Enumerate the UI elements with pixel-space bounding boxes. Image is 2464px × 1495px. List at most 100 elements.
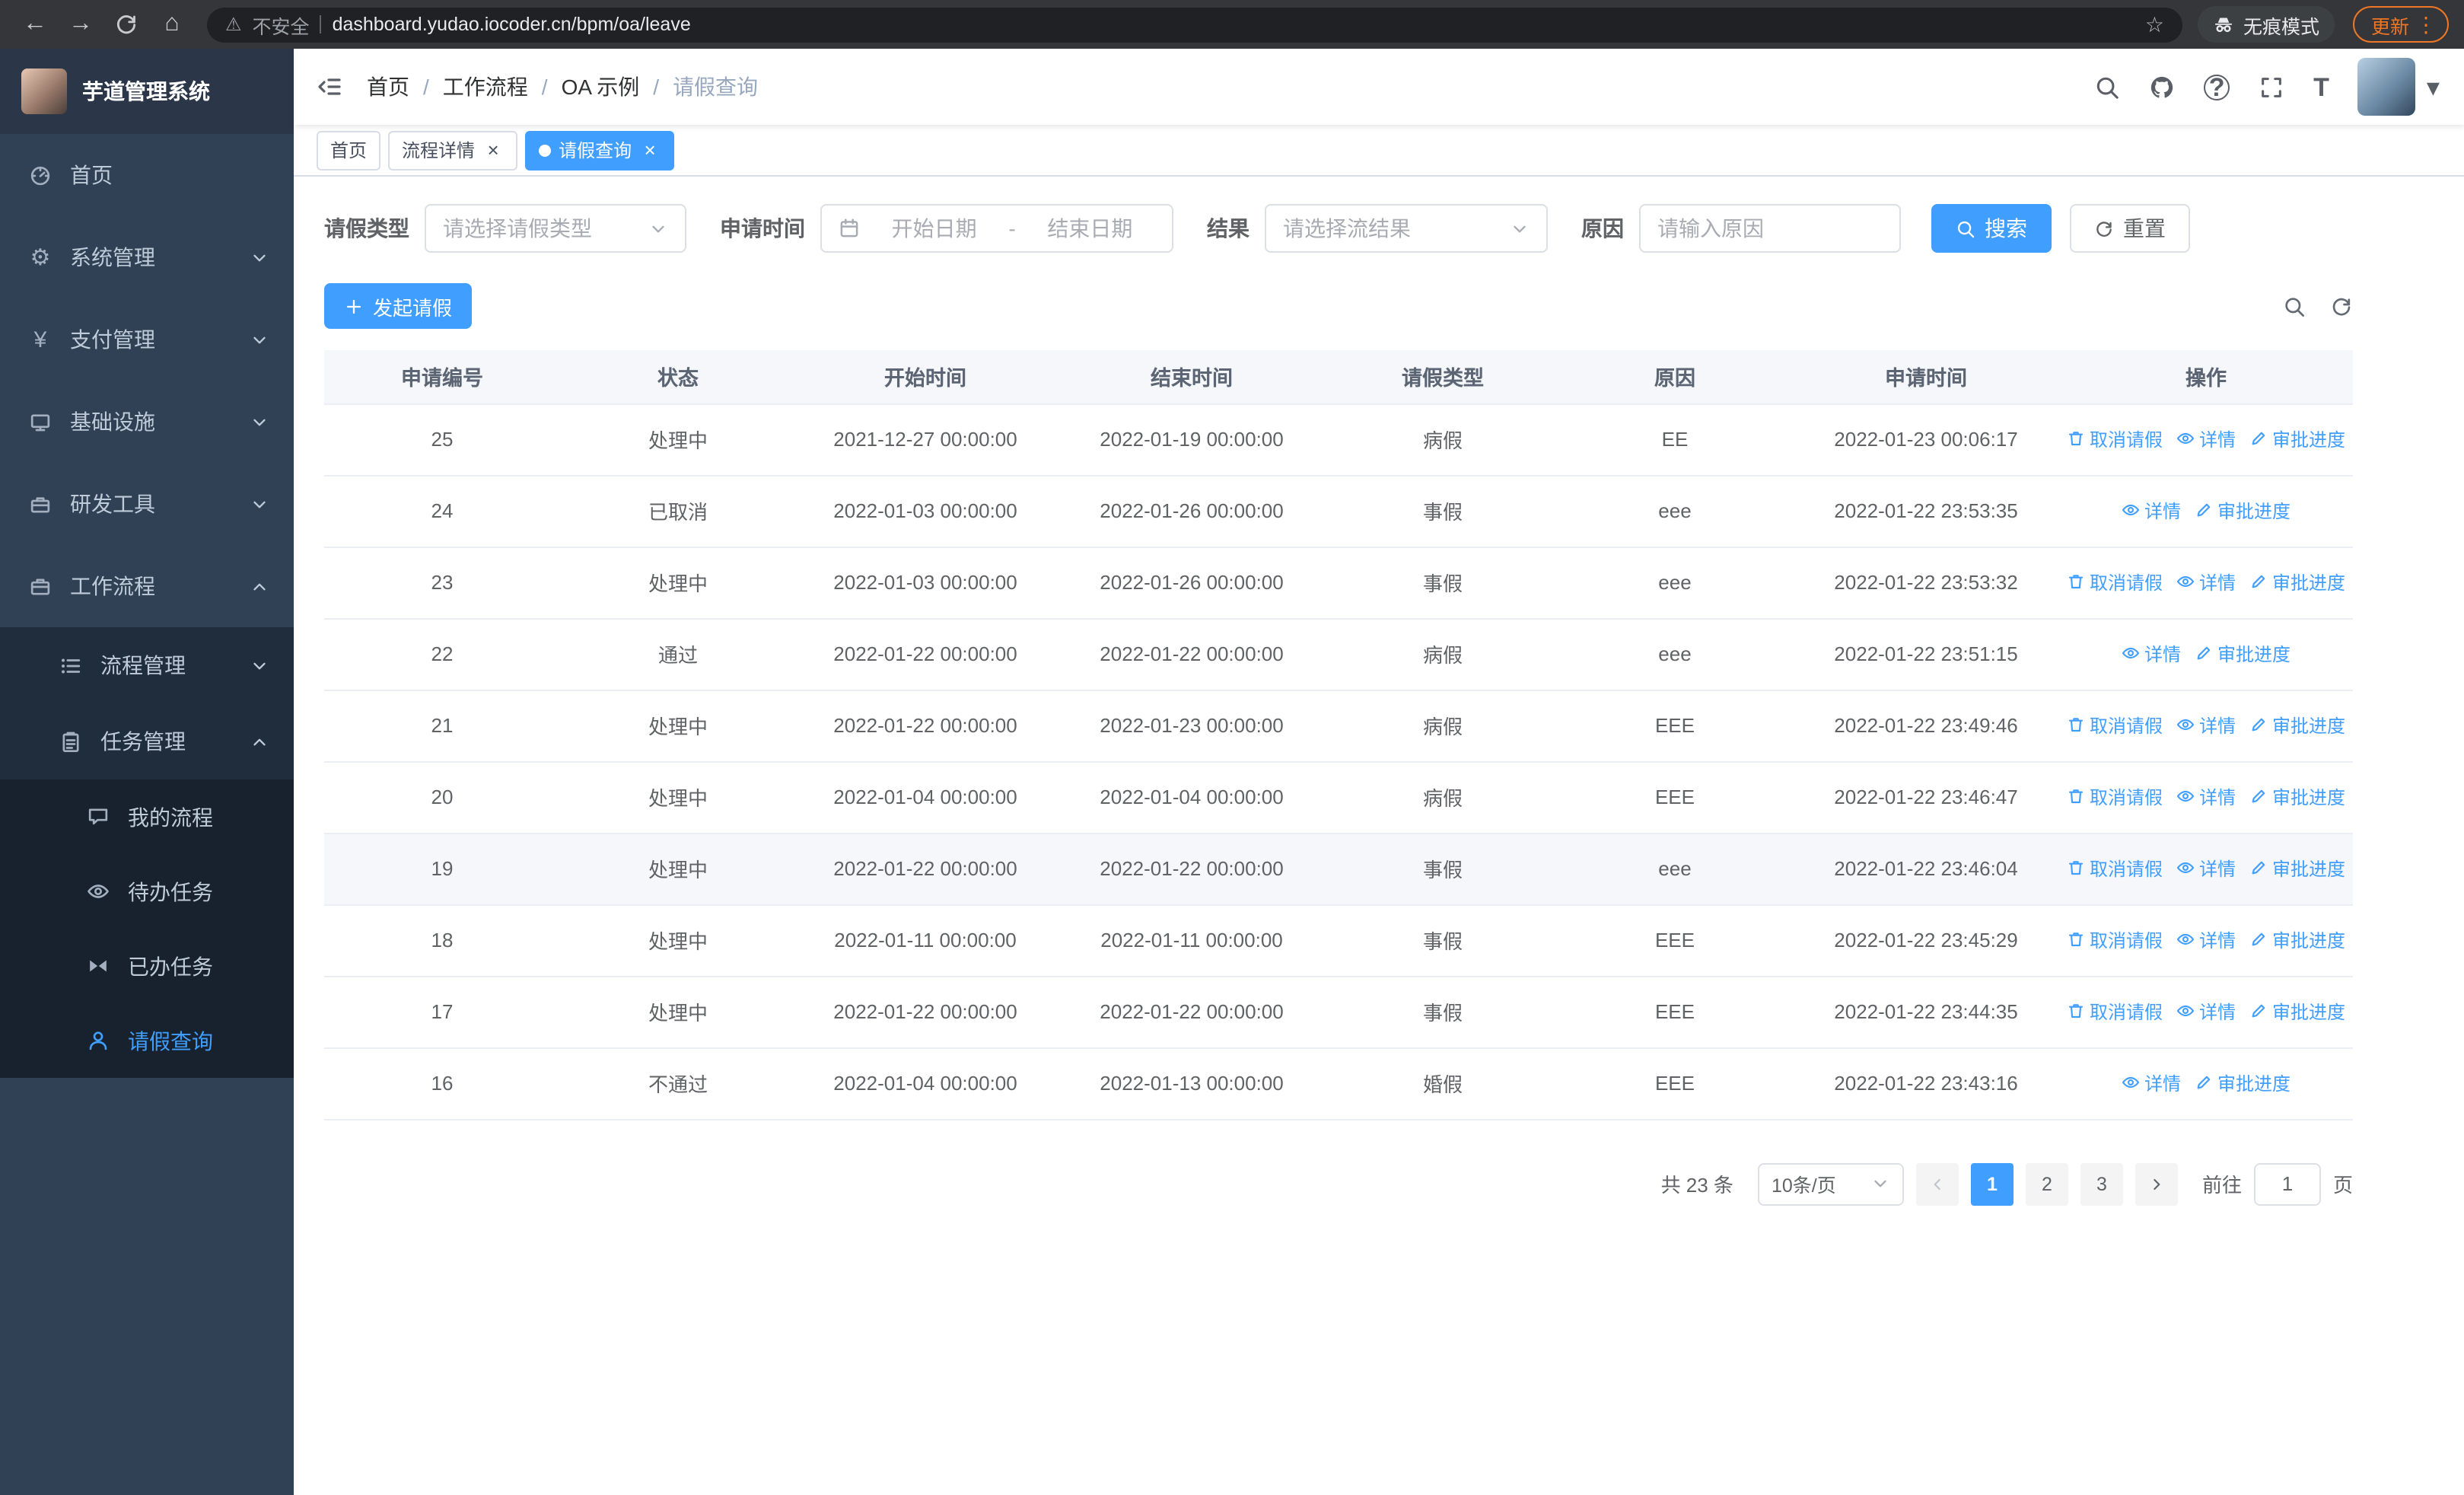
- progress-action-link[interactable]: 审批进度: [2249, 784, 2345, 810]
- eye-icon: [2176, 931, 2195, 949]
- cancel-action-link[interactable]: 取消请假: [2067, 426, 2163, 452]
- detail-action-link[interactable]: 详情: [2122, 498, 2181, 524]
- close-tab-icon[interactable]: ×: [639, 139, 661, 161]
- sidebar-item-devtools[interactable]: 研发工具: [0, 463, 294, 545]
- detail-action-link[interactable]: 详情: [2176, 426, 2236, 452]
- sidebar-item-home[interactable]: 首页: [0, 134, 294, 216]
- cancel-action-link[interactable]: 取消请假: [2067, 856, 2163, 881]
- cancel-action-link[interactable]: 取消请假: [2067, 784, 2163, 810]
- sidebar-item-label: 已办任务: [128, 954, 213, 978]
- progress-action-link[interactable]: 审批进度: [2249, 712, 2345, 738]
- browser-home-icon[interactable]: ⌂: [164, 11, 179, 37]
- help-icon[interactable]: ?: [2204, 74, 2230, 100]
- user-avatar[interactable]: [2357, 58, 2416, 116]
- table-row[interactable]: 17 处理中 2022-01-22 00:00:00 2022-01-22 00…: [324, 976, 2353, 1048]
- search-icon[interactable]: [2094, 74, 2120, 100]
- tab-leave-query[interactable]: 请假查询 ×: [525, 130, 675, 170]
- page-size-select[interactable]: 10条/页: [1757, 1162, 1904, 1205]
- tab-home[interactable]: 首页: [317, 130, 381, 170]
- browser-back-icon[interactable]: ←: [23, 11, 47, 37]
- sidebar-item-payment[interactable]: ¥ 支付管理: [0, 298, 294, 381]
- next-page-button[interactable]: [2135, 1162, 2178, 1205]
- cancel-action-link[interactable]: 取消请假: [2067, 569, 2163, 595]
- result-select[interactable]: 请选择流结果: [1265, 204, 1548, 253]
- sidebar-item-infra[interactable]: 基础设施: [0, 381, 294, 463]
- breadcrumb-home[interactable]: 首页: [367, 72, 409, 102]
- progress-action-link[interactable]: 审批进度: [2195, 1070, 2291, 1096]
- sidebar-toggle-icon[interactable]: [317, 73, 344, 100]
- cell-start-time: 2022-01-04 00:00:00: [796, 761, 1055, 834]
- table-row[interactable]: 25 处理中 2021-12-27 00:00:00 2022-01-19 00…: [324, 403, 2353, 476]
- refresh-table-icon[interactable]: [2330, 295, 2353, 317]
- table-row[interactable]: 19 处理中 2022-01-22 00:00:00 2022-01-22 00…: [324, 833, 2353, 905]
- detail-action-link[interactable]: 详情: [2176, 856, 2236, 881]
- leave-type-select[interactable]: 请选择请假类型: [425, 204, 686, 253]
- goto-page-input[interactable]: [2253, 1162, 2321, 1205]
- detail-action-link[interactable]: 详情: [2176, 999, 2236, 1025]
- table-row[interactable]: 21 处理中 2022-01-22 00:00:00 2022-01-23 00…: [324, 690, 2353, 762]
- cell-leave-type: 事假: [1329, 976, 1557, 1048]
- browser-reload-icon[interactable]: [114, 12, 138, 37]
- detail-action-link[interactable]: 详情: [2176, 784, 2236, 810]
- fullscreen-icon[interactable]: [2259, 74, 2284, 100]
- column-header: 申请编号: [324, 350, 560, 404]
- sidebar-item-label: 流程管理: [100, 653, 186, 677]
- toggle-search-icon[interactable]: [2283, 295, 2306, 317]
- table-row[interactable]: 18 处理中 2022-01-11 00:00:00 2022-01-11 00…: [324, 904, 2353, 977]
- sidebar-item-process-mgmt[interactable]: 流程管理: [0, 627, 294, 703]
- detail-action-link[interactable]: 详情: [2122, 641, 2181, 667]
- detail-action-link[interactable]: 详情: [2176, 927, 2236, 953]
- close-tab-icon[interactable]: ×: [482, 139, 504, 161]
- logo[interactable]: 芋道管理系统: [0, 49, 294, 134]
- tab-process-detail[interactable]: 流程详情 ×: [388, 130, 518, 170]
- sidebar-item-workflow[interactable]: 工作流程: [0, 545, 294, 627]
- progress-action-link[interactable]: 审批进度: [2195, 498, 2291, 524]
- table-row[interactable]: 16 不通过 2022-01-04 00:00:00 2022-01-13 00…: [324, 1047, 2353, 1120]
- sidebar-item-todo-tasks[interactable]: 待办任务: [0, 854, 294, 929]
- search-button[interactable]: 搜索: [1931, 204, 2052, 253]
- table-row[interactable]: 23 处理中 2022-01-03 00:00:00 2022-01-26 00…: [324, 547, 2353, 619]
- progress-action-link[interactable]: 审批进度: [2249, 426, 2345, 452]
- date-range-picker[interactable]: 开始日期 - 结束日期: [820, 204, 1173, 253]
- browser-menu-icon[interactable]: ⋮: [2415, 14, 2437, 35]
- sidebar-item-system[interactable]: ⚙ 系统管理: [0, 216, 294, 298]
- tab-label: 请假查询: [559, 140, 632, 161]
- cancel-action-link[interactable]: 取消请假: [2067, 999, 2163, 1025]
- progress-action-link[interactable]: 审批进度: [2249, 569, 2345, 595]
- reason-input[interactable]: 请输入原因: [1639, 204, 1901, 253]
- table-row[interactable]: 24 已取消 2022-01-03 00:00:00 2022-01-26 00…: [324, 475, 2353, 547]
- sidebar-item-done-tasks[interactable]: 已办任务: [0, 929, 294, 1003]
- table-row[interactable]: 22 通过 2022-01-22 00:00:00 2022-01-22 00:…: [324, 618, 2353, 690]
- browser-update-button[interactable]: 更新 ⋮: [2352, 6, 2449, 43]
- bookmark-star-icon[interactable]: ☆: [2145, 14, 2164, 35]
- font-size-icon[interactable]: T: [2313, 74, 2329, 100]
- detail-action-link[interactable]: 详情: [2176, 712, 2236, 738]
- page-button-2[interactable]: 2: [2025, 1162, 2068, 1205]
- detail-action-link[interactable]: 详情: [2122, 1070, 2181, 1096]
- progress-action-link[interactable]: 审批进度: [2249, 856, 2345, 881]
- clipboard-icon: [58, 730, 84, 753]
- chevron-down-icon: [250, 412, 269, 432]
- page-button-1[interactable]: 1: [1970, 1162, 2014, 1205]
- sidebar-item-leave-query[interactable]: 请假查询: [0, 1003, 294, 1078]
- reset-button[interactable]: 重置: [2070, 204, 2190, 253]
- user-menu[interactable]: ▾: [2357, 58, 2440, 116]
- prev-page-button[interactable]: [1915, 1162, 1959, 1205]
- cancel-action-link[interactable]: 取消请假: [2067, 927, 2163, 953]
- progress-action-link[interactable]: 审批进度: [2249, 999, 2345, 1025]
- progress-action-link[interactable]: 审批进度: [2249, 927, 2345, 953]
- detail-action-link[interactable]: 详情: [2176, 569, 2236, 595]
- url-bar[interactable]: ⚠ 不安全 dashboard.yudao.iocoder.cn/bpm/oa/…: [207, 7, 2182, 42]
- breadcrumb-oa[interactable]: OA 示例: [562, 72, 640, 102]
- progress-action-link[interactable]: 审批进度: [2195, 641, 2291, 667]
- breadcrumb-workflow[interactable]: 工作流程: [443, 72, 528, 102]
- browser-forward-icon[interactable]: →: [68, 11, 93, 37]
- cell-start-time: 2022-01-22 00:00:00: [796, 618, 1055, 690]
- sidebar-item-my-process[interactable]: 我的流程: [0, 779, 294, 854]
- page-button-3[interactable]: 3: [2080, 1162, 2123, 1205]
- github-icon[interactable]: [2149, 74, 2175, 100]
- cancel-action-link[interactable]: 取消请假: [2067, 712, 2163, 738]
- sidebar-item-task-mgmt[interactable]: 任务管理: [0, 703, 294, 779]
- create-leave-button[interactable]: 发起请假: [324, 283, 473, 329]
- table-row[interactable]: 20 处理中 2022-01-04 00:00:00 2022-01-04 00…: [324, 761, 2353, 834]
